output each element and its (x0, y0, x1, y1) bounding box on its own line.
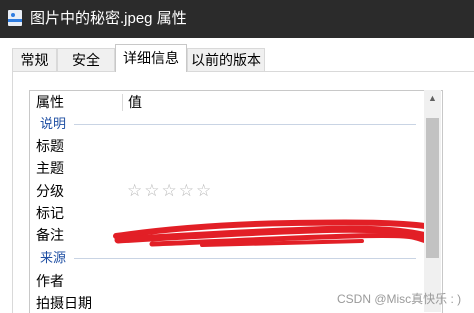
scrollbar-thumb[interactable] (426, 118, 439, 258)
list-item-title[interactable]: 标题 (36, 135, 64, 157)
group-divider (74, 258, 416, 259)
rating-stars[interactable]: ☆☆☆☆☆ (127, 180, 213, 202)
image-file-icon (8, 10, 22, 26)
group-header-origin: 来源 (40, 250, 67, 265)
column-header-property[interactable]: 属性 (36, 91, 64, 113)
tab-general[interactable]: 常规 (12, 48, 57, 71)
list-item-author[interactable]: 作者 (36, 270, 64, 292)
watermark-text: CSDN @Misc真快乐 : ) (337, 292, 462, 306)
list-item-rating[interactable]: 分级 (36, 180, 64, 202)
vertical-scrollbar[interactable]: ▲ (424, 90, 441, 312)
column-divider[interactable] (122, 94, 123, 111)
group-header-description: 说明 (40, 116, 67, 131)
list-header: 属性 值 (30, 91, 425, 113)
title-bar: 图片中的秘密.jpeg 属性 (0, 0, 474, 38)
chevron-up-icon[interactable]: ▲ (424, 90, 441, 107)
list-item-comments[interactable]: 备注 (36, 224, 64, 246)
window-title: 图片中的秘密.jpeg 属性 (30, 10, 187, 27)
list-item-date-taken[interactable]: 拍摄日期 (36, 292, 92, 313)
group-divider (74, 124, 416, 125)
redaction-scribble (113, 219, 437, 247)
property-list: 属性 值 说明 标题 主题 分级 ☆☆☆☆☆ 标记 备注 来源 作者 拍摄日期 (29, 90, 443, 313)
column-header-value[interactable]: 值 (128, 91, 142, 113)
list-item-subject[interactable]: 主题 (36, 157, 64, 179)
tab-security[interactable]: 安全 (57, 48, 115, 71)
list-item-tags[interactable]: 标记 (36, 202, 64, 224)
tab-previous-versions[interactable]: 以前的版本 (187, 48, 265, 71)
tab-strip: 常规 安全 详细信息 以前的版本 (0, 38, 474, 72)
tab-details[interactable]: 详细信息 (115, 44, 187, 72)
